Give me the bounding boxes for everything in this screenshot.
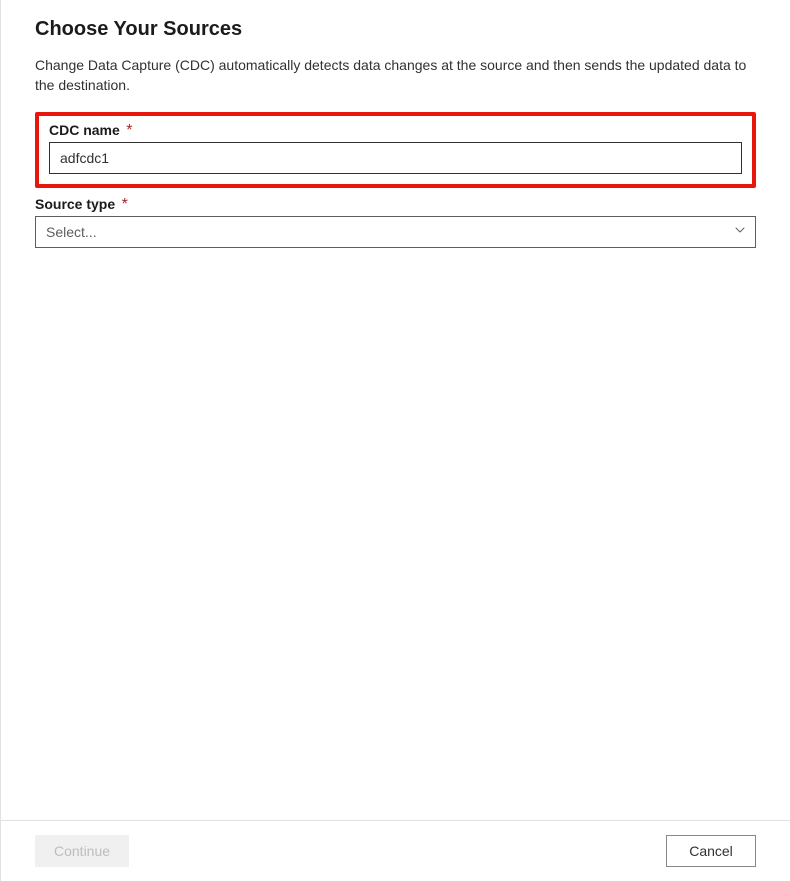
cancel-button[interactable]: Cancel (666, 835, 756, 867)
cdc-name-input[interactable] (49, 142, 742, 174)
page-description: Change Data Capture (CDC) automatically … (35, 55, 756, 96)
required-mark: * (126, 122, 132, 139)
source-type-select[interactable]: Select... (35, 216, 756, 248)
cdc-name-label: CDC name (49, 122, 120, 138)
panel-footer: Continue Cancel (0, 820, 790, 881)
source-type-label: Source type (35, 196, 115, 212)
page-title: Choose Your Sources (35, 18, 756, 41)
required-mark: * (122, 196, 128, 213)
choose-sources-panel: Choose Your Sources Change Data Capture … (0, 0, 790, 820)
source-type-select-wrap: Select... (35, 216, 756, 248)
source-type-group: Source type * Select... (35, 194, 756, 248)
continue-button[interactable]: Continue (35, 835, 129, 867)
cdc-name-highlight: CDC name * (35, 112, 756, 188)
